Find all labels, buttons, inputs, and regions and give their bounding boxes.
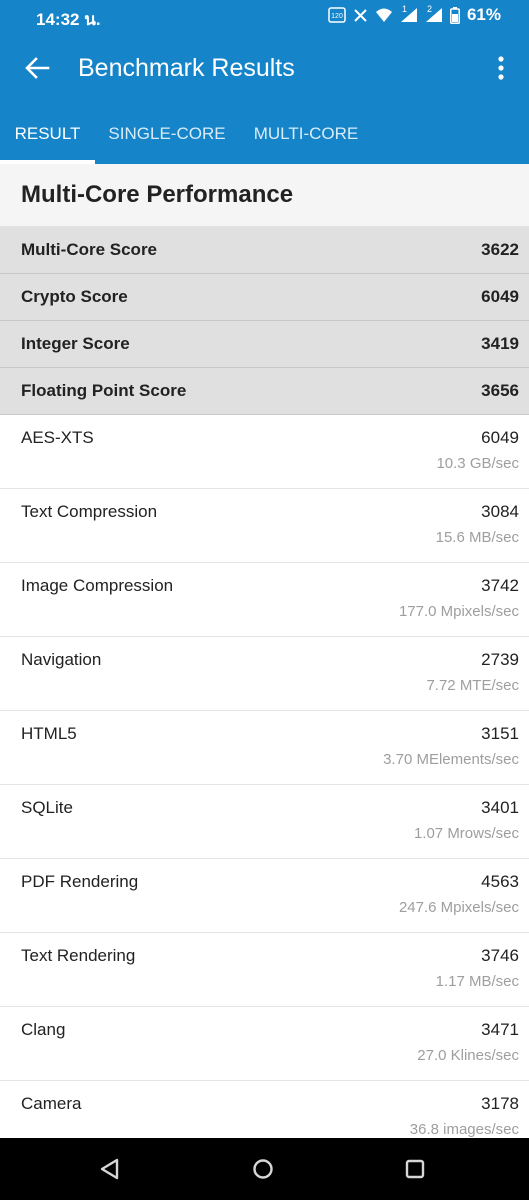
section-title: Multi-Core Performance <box>0 164 529 227</box>
benchmark-row: SQLite 3401 1.07 Mrows/sec <box>0 785 529 859</box>
back-arrow-icon[interactable] <box>22 53 52 83</box>
score-label: Crypto Score <box>21 287 128 306</box>
benchmark-name: Clang <box>21 1020 66 1039</box>
benchmark-row: Text Compression 3084 15.6 MB/sec <box>0 489 529 563</box>
benchmark-score: 3178 <box>481 1094 519 1113</box>
status-time: 14:32 น. <box>36 10 101 29</box>
page-title: Benchmark Results <box>78 54 295 82</box>
benchmark-name: PDF Rendering <box>21 872 139 891</box>
tab-result-label: RESULT <box>14 124 81 143</box>
score-label: Floating Point Score <box>21 381 187 400</box>
benchmark-score: 4563 <box>481 872 519 891</box>
score-value: 6049 <box>481 287 519 306</box>
recents-square-icon[interactable] <box>402 1156 428 1182</box>
benchmark-rate: 10.3 GB/sec <box>436 455 519 472</box>
benchmark-rate: 3.70 MElements/sec <box>383 751 519 768</box>
benchmark-row: Image Compression 3742 177.0 Mpixels/sec <box>0 563 529 637</box>
benchmark-row: Camera 3178 36.8 images/sec <box>0 1081 529 1138</box>
tab-bar: RESULT SINGLE-CORE MULTI-CORE <box>0 104 529 164</box>
benchmark-row: AES-XTS 6049 10.3 GB/sec <box>0 415 529 489</box>
benchmark-row: HTML5 3151 3.70 MElements/sec <box>0 711 529 785</box>
benchmark-name: Text Compression <box>21 502 158 521</box>
benchmark-row: PDF Rendering 4563 247.6 Mpixels/sec <box>0 859 529 933</box>
benchmark-row: Clang 3471 27.0 Klines/sec <box>0 1007 529 1081</box>
benchmark-score: 3084 <box>481 502 519 521</box>
benchmark-score: 3401 <box>481 798 519 817</box>
score-label: Multi-Core Score <box>21 240 158 259</box>
system-nav-bar <box>0 1138 529 1200</box>
benchmark-name: SQLite <box>21 798 73 817</box>
sim1-badge: 1 <box>401 4 407 14</box>
tab-single-core-label: SINGLE-CORE <box>108 124 226 143</box>
back-triangle-icon[interactable] <box>97 1156 123 1182</box>
home-circle-icon[interactable] <box>250 1156 276 1182</box>
benchmark-row: Text Rendering 3746 1.17 MB/sec <box>0 933 529 1007</box>
benchmark-score: 3746 <box>481 946 519 965</box>
benchmark-rate: 247.6 Mpixels/sec <box>398 899 519 916</box>
benchmark-rate: 27.0 Klines/sec <box>417 1047 519 1064</box>
refresh-rate-120hz-icon: 120 <box>328 7 346 23</box>
status-icons: 120 1 2 61% <box>328 4 501 25</box>
sim2-badge: 2 <box>426 4 432 14</box>
tab-multi-core[interactable]: MULTI-CORE <box>239 104 373 164</box>
more-vert-icon[interactable] <box>491 52 511 84</box>
benchmark-rate: 7.72 MTE/sec <box>426 677 519 694</box>
svg-text:120: 120 <box>331 13 343 20</box>
benchmark-name: Image Compression <box>21 576 174 595</box>
benchmark-score: 3151 <box>481 724 519 743</box>
status-bar: 14:32 น. 120 1 2 61% <box>0 0 529 32</box>
benchmark-score: 3471 <box>481 1020 519 1039</box>
benchmark-score: 6049 <box>481 428 519 447</box>
score-row-multi-core: Multi-Core Score 3622 <box>0 227 529 274</box>
tab-result[interactable]: RESULT <box>0 104 95 164</box>
score-row-floating-point: Floating Point Score 3656 <box>0 368 529 415</box>
benchmark-rate: 1.07 Mrows/sec <box>413 825 519 842</box>
x-app-icon <box>354 8 367 22</box>
benchmark-rate: 1.17 MB/sec <box>435 973 519 990</box>
tab-single-core[interactable]: SINGLE-CORE <box>95 104 239 164</box>
benchmark-name: Camera <box>21 1094 82 1113</box>
benchmark-score: 3742 <box>481 576 519 595</box>
benchmark-rate: 177.0 Mpixels/sec <box>398 603 519 620</box>
battery-percent: 61% <box>466 5 501 24</box>
score-value: 3622 <box>481 240 519 259</box>
benchmark-row: Navigation 2739 7.72 MTE/sec <box>0 637 529 711</box>
score-label: Integer Score <box>21 334 130 353</box>
results-content[interactable]: Multi-Core Performance Multi-Core Score … <box>0 164 529 1138</box>
battery-icon <box>449 6 460 24</box>
benchmark-name: AES-XTS <box>21 428 94 447</box>
benchmark-name: HTML5 <box>21 724 77 743</box>
tab-multi-core-label: MULTI-CORE <box>253 124 359 143</box>
benchmark-name: Navigation <box>21 650 102 669</box>
wifi-icon <box>375 8 392 22</box>
benchmark-name: Text Rendering <box>21 946 136 965</box>
signal-sim1-icon: 1 <box>400 4 418 23</box>
signal-sim2-icon: 2 <box>425 4 443 23</box>
app-bar: Benchmark Results <box>0 32 529 104</box>
score-value: 3656 <box>481 381 519 400</box>
benchmark-rate: 36.8 images/sec <box>409 1121 519 1138</box>
score-row-crypto: Crypto Score 6049 <box>0 274 529 321</box>
benchmark-score: 2739 <box>481 650 519 669</box>
benchmark-rate: 15.6 MB/sec <box>435 529 519 546</box>
score-value: 3419 <box>481 334 519 353</box>
score-row-integer: Integer Score 3419 <box>0 321 529 368</box>
